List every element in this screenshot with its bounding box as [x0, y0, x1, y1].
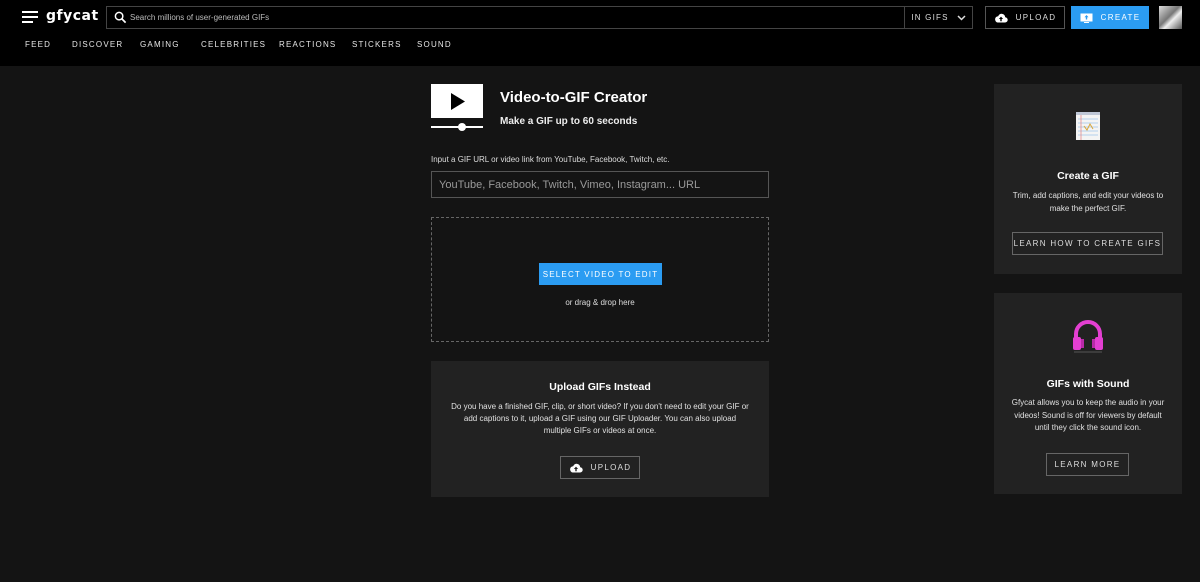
search-scope-label: IN GIFS [911, 13, 949, 22]
upload-button[interactable]: UPLOAD [985, 6, 1065, 29]
search-input[interactable] [130, 7, 900, 28]
create-button[interactable]: CREATE [1071, 6, 1149, 29]
sound-card-body: Gfycat allows you to keep the audio in y… [1011, 398, 1165, 432]
page-subtitle: Make a GIF up to 60 seconds [500, 116, 638, 127]
upload-gifs-button-label: UPLOAD [590, 463, 632, 472]
create-icon [1080, 13, 1093, 23]
cloud-upload-icon [994, 13, 1008, 23]
search-icon[interactable] [114, 11, 127, 24]
create-gif-card: Create a GIF Trim, add captions, and edi… [994, 84, 1182, 274]
select-video-button[interactable]: SELECT VIDEO TO EDIT [539, 263, 662, 285]
nav-item-reactions[interactable]: REACTIONS [279, 40, 336, 49]
upload-gifs-card: Upload GIFs Instead Do you have a finish… [431, 361, 769, 497]
upload-button-label: UPLOAD [1015, 13, 1057, 22]
notepad-icon [1076, 112, 1100, 140]
video-url-input[interactable] [431, 171, 769, 198]
gifs-with-sound-card: GIFs with Sound Gfycat allows you to kee… [994, 293, 1182, 494]
search-scope-dropdown[interactable]: IN GIFS [904, 7, 972, 28]
hamburger-menu-icon[interactable] [22, 11, 38, 23]
nav-item-sound[interactable]: SOUND [417, 40, 452, 49]
nav-item-celebrities[interactable]: CELEBRITIES [201, 40, 266, 49]
video-dropzone[interactable]: SELECT VIDEO TO EDIT or drag & drop here [431, 217, 769, 342]
gfycat-logo[interactable]: gfycat [46, 8, 99, 24]
video-player-icon [431, 84, 483, 131]
upload-card-body: Do you have a finished GIF, clip, or sho… [451, 402, 749, 435]
avatar[interactable] [1159, 6, 1182, 29]
sound-card-title: GIFs with Sound [1046, 378, 1130, 390]
create-card-title: Create a GIF [1057, 170, 1119, 182]
create-button-label: CREATE [1100, 13, 1141, 22]
nav-item-feed[interactable]: FEED [25, 40, 51, 49]
top-bar: gfycat IN GIFS UPLOAD CREATE FEED [0, 0, 1200, 66]
nav-item-discover[interactable]: DISCOVER [72, 40, 123, 49]
create-card-body: Trim, add captions, and edit your videos… [1012, 191, 1164, 213]
nav-item-stickers[interactable]: STICKERS [352, 40, 402, 49]
page-title: Video-to-GIF Creator [500, 89, 648, 106]
cloud-upload-icon [569, 463, 583, 473]
drag-drop-hint: or drag & drop here [565, 298, 635, 307]
headphones-icon [1073, 320, 1103, 353]
nav-item-gaming[interactable]: GAMING [140, 40, 180, 49]
chevron-down-icon [957, 14, 966, 21]
upload-card-title: Upload GIFs Instead [549, 381, 651, 393]
url-input-label: Input a GIF URL or video link from YouTu… [431, 155, 670, 164]
search-bar: IN GIFS [106, 6, 973, 29]
upload-gifs-button[interactable]: UPLOAD [560, 456, 640, 479]
learn-more-button[interactable]: LEARN MORE [1046, 453, 1129, 476]
learn-create-gifs-button[interactable]: LEARN HOW TO CREATE GIFS [1012, 232, 1163, 255]
